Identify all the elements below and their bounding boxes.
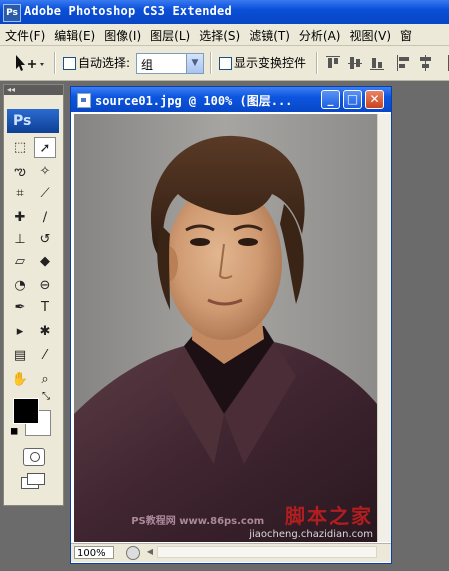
default-colors-icon[interactable]: ◼ bbox=[10, 426, 18, 437]
watermark: PS教程网 www.86ps.com 脚本之家 jiaocheng.chazid… bbox=[131, 500, 373, 540]
menu-window[interactable]: 窗 bbox=[395, 24, 416, 44]
lasso-icon[interactable]: ఌ bbox=[9, 161, 31, 182]
path-select-icon[interactable]: ▸ bbox=[9, 321, 31, 342]
portrait-photo bbox=[74, 114, 377, 542]
eyedropper-icon[interactable]: ⁄ bbox=[34, 345, 56, 366]
tools-panel: ◂◂ Ps ⬚ ➚ ఌ ✧ ⌗ ⟋ ✚ ∕ ⊥ ↺ ▱ ◆ ◔ ⊖ ✒ T ▸ ✱ ▤ ⁄ ✋ ⌕ ◼ ⤡ bbox=[3, 84, 64, 506]
document-status-bar: 100% ◀ bbox=[71, 543, 391, 562]
move-icon[interactable]: ➚ bbox=[34, 137, 56, 158]
align-bottom-icon[interactable] bbox=[370, 55, 384, 71]
healing-brush-icon[interactable]: ✚ bbox=[9, 207, 31, 228]
clone-stamp-icon[interactable]: ⊥ bbox=[9, 229, 31, 250]
options-separator bbox=[54, 52, 56, 74]
auto-select-value: 组 bbox=[141, 58, 154, 72]
vertical-scrollbar[interactable] bbox=[377, 114, 391, 542]
photoshop-app-icon: Ps bbox=[3, 4, 21, 22]
move-tool-icon bbox=[16, 55, 44, 71]
options-separator bbox=[210, 52, 212, 74]
menu-image[interactable]: 图像(I) bbox=[99, 24, 145, 44]
swap-colors-icon[interactable]: ⤡ bbox=[42, 391, 50, 402]
align-vcenter-icon[interactable] bbox=[348, 55, 362, 71]
maximize-button[interactable]: □ bbox=[343, 90, 362, 109]
menu-analysis[interactable]: 分析(A) bbox=[294, 24, 345, 44]
show-transform-label: 显示变换控件 bbox=[234, 56, 307, 70]
blur-icon[interactable]: ◔ bbox=[9, 275, 31, 296]
paint-bucket-icon[interactable]: ◆ bbox=[34, 251, 56, 272]
panel-collapse-grip[interactable]: ◂◂ bbox=[4, 85, 63, 95]
screen-mode-icon[interactable] bbox=[21, 473, 47, 489]
menu-bar: 文件(F) 编辑(E) 图像(I) 图层(L) 选择(S) 滤镜(T) 分析(A) 视图(V)… bbox=[0, 24, 449, 46]
align-hcenter-icon[interactable] bbox=[418, 55, 432, 71]
document-title: source01.jpg @ 100% (图层... bbox=[95, 94, 293, 108]
align-right-icon[interactable] bbox=[440, 55, 449, 71]
canvas-photo[interactable]: PS教程网 www.86ps.com 脚本之家 jiaocheng.chazid… bbox=[74, 114, 377, 542]
chevron-down-icon: ▼ bbox=[186, 54, 203, 73]
document-icon bbox=[77, 93, 91, 108]
document-window: source01.jpg @ 100% (图层... _ □ ✕ PS教程网 w… bbox=[70, 86, 392, 564]
watermark-site-name: 脚本之家 bbox=[285, 504, 373, 528]
shape-icon[interactable]: ✱ bbox=[34, 321, 56, 342]
tool-preset-picker[interactable] bbox=[8, 52, 48, 74]
magic-wand-icon[interactable]: ✧ bbox=[34, 161, 56, 182]
show-transform-checkbox[interactable] bbox=[219, 57, 232, 70]
app-title: Adobe Photoshop CS3 Extended bbox=[24, 4, 232, 18]
notes-icon[interactable]: ▤ bbox=[9, 345, 31, 366]
marquee-icon[interactable]: ⬚ bbox=[9, 137, 31, 158]
menu-filter[interactable]: 滤镜(T) bbox=[244, 24, 294, 44]
pen-icon[interactable]: ✒ bbox=[9, 297, 31, 318]
auto-select-checkbox[interactable] bbox=[63, 57, 76, 70]
slice-icon[interactable]: ⟋ bbox=[34, 183, 56, 204]
menu-select[interactable]: 选择(S) bbox=[194, 24, 244, 44]
eraser-icon[interactable]: ▱ bbox=[9, 251, 31, 272]
horizontal-scrollbar[interactable] bbox=[157, 546, 377, 558]
menu-layer[interactable]: 图层(L) bbox=[145, 24, 194, 44]
foreground-color-swatch[interactable] bbox=[13, 398, 39, 424]
align-top-icon[interactable] bbox=[326, 55, 340, 71]
close-button[interactable]: ✕ bbox=[365, 90, 384, 109]
photoshop-logo: Ps bbox=[7, 109, 59, 133]
scroll-left-icon[interactable]: ◀ bbox=[145, 546, 155, 558]
auto-select-label: 自动选择: bbox=[78, 56, 131, 70]
zoom-level-field[interactable]: 100% bbox=[74, 546, 114, 559]
app-title-bar: Ps Adobe Photoshop CS3 Extended bbox=[0, 0, 449, 24]
status-info-icon[interactable] bbox=[126, 546, 140, 560]
document-title-bar[interactable]: source01.jpg @ 100% (图层... _ □ ✕ bbox=[71, 87, 391, 112]
type-icon[interactable]: T bbox=[34, 297, 56, 318]
align-left-icon[interactable] bbox=[396, 55, 410, 71]
hand-icon[interactable]: ✋ bbox=[9, 369, 31, 390]
history-brush-icon[interactable]: ↺ bbox=[34, 229, 56, 250]
options-bar: 自动选择: 组 ▼ 显示变换控件 bbox=[0, 46, 449, 81]
brush-icon[interactable]: ∕ bbox=[34, 207, 56, 228]
dodge-icon[interactable]: ⊖ bbox=[34, 275, 56, 296]
menu-view[interactable]: 视图(V) bbox=[344, 24, 395, 44]
menu-edit[interactable]: 编辑(E) bbox=[49, 24, 99, 44]
menu-file[interactable]: 文件(F) bbox=[0, 24, 49, 44]
options-separator bbox=[316, 52, 318, 74]
auto-select-dropdown[interactable]: 组 ▼ bbox=[136, 53, 204, 74]
zoom-icon[interactable]: ⌕ bbox=[34, 369, 56, 390]
quick-mask-icon[interactable] bbox=[23, 448, 45, 466]
watermark-overlay-text: PS教程网 www.86ps.com bbox=[131, 516, 265, 527]
watermark-site-url: jiaocheng.chazidian.com bbox=[249, 529, 373, 540]
minimize-button[interactable]: _ bbox=[321, 90, 340, 109]
crop-icon[interactable]: ⌗ bbox=[9, 183, 31, 204]
